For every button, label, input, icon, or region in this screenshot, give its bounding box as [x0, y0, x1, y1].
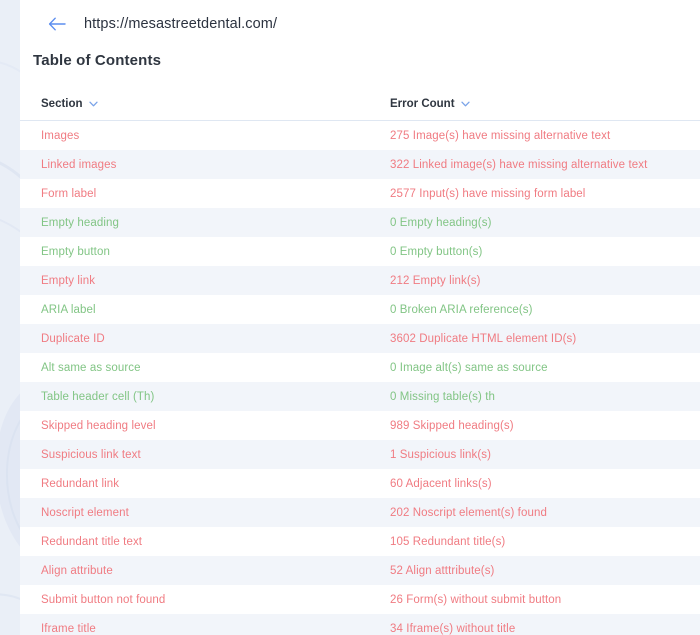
table-row[interactable]: Noscript element 202 Noscript element(s) …: [20, 498, 700, 527]
cell-error-count: 989 Skipped heading(s): [390, 419, 514, 432]
cell-section: Iframe title: [41, 622, 96, 635]
table-row[interactable]: Empty button 0 Empty button(s): [20, 237, 700, 266]
table-row[interactable]: Form label 2577 Input(s) have missing for…: [20, 179, 700, 208]
cell-error-count: 52 Align atttribute(s): [390, 564, 495, 577]
cell-error-count: 0 Broken ARIA reference(s): [390, 303, 533, 316]
table-row[interactable]: Redundant title text 105 Redundant title(…: [20, 527, 700, 556]
page-url: https://mesastreetdental.com/: [84, 16, 278, 32]
table-row[interactable]: Alt same as source 0 Image alt(s) same as…: [20, 353, 700, 382]
cell-error-count: 0 Image alt(s) same as source: [390, 361, 548, 374]
cell-error-count: 212 Empty link(s): [390, 274, 481, 287]
table-row[interactable]: Empty heading 0 Empty heading(s): [20, 208, 700, 237]
table-row[interactable]: Images 275 Image(s) have missing alternat…: [20, 121, 700, 150]
cell-error-count: 0 Empty heading(s): [390, 216, 492, 229]
table-row[interactable]: Suspicious link text 1 Suspicious link(s): [20, 440, 700, 469]
cell-section: Suspicious link text: [41, 448, 141, 461]
table-header-row: Section Error Count: [20, 88, 700, 121]
table-row[interactable]: Submit button not found 26 Form(s) withou…: [20, 585, 700, 614]
content-panel: https://mesastreetdental.com/ Table of C…: [20, 0, 700, 635]
cell-error-count: 105 Redundant title(s): [390, 535, 506, 548]
cell-section: ARIA label: [41, 303, 96, 316]
cell-section: Linked images: [41, 158, 117, 171]
table-row[interactable]: Iframe title 34 Iframe(s) without title: [20, 614, 700, 635]
table-row[interactable]: Skipped heading level 989 Skipped heading…: [20, 411, 700, 440]
chevron-down-icon[interactable]: [88, 101, 98, 107]
cell-error-count: 0 Empty button(s): [390, 245, 483, 258]
cell-section: Empty button: [41, 245, 110, 258]
url-bar: https://mesastreetdental.com/: [20, 0, 700, 48]
arrow-left-icon[interactable]: [46, 13, 68, 35]
table-row[interactable]: Table header cell (Th) 0 Missing table(s)…: [20, 382, 700, 411]
table-row[interactable]: Duplicate ID 3602 Duplicate HTML element …: [20, 324, 700, 353]
column-header-section[interactable]: Section: [20, 98, 385, 110]
cell-section: Skipped heading level: [41, 419, 156, 432]
chevron-down-icon[interactable]: [460, 101, 470, 107]
cell-error-count: 3602 Duplicate HTML element ID(s): [390, 332, 577, 345]
table-of-contents-table: Section Error Count Images 275 Image(s) …: [20, 88, 700, 635]
cell-section: Submit button not found: [41, 593, 166, 606]
cell-section: Table header cell (Th): [41, 390, 155, 403]
table-row[interactable]: Align attribute 52 Align atttribute(s): [20, 556, 700, 585]
cell-error-count: 60 Adjacent links(s): [390, 477, 492, 490]
cell-section: Noscript element: [41, 506, 129, 519]
cell-section: Images: [41, 129, 80, 142]
table-row[interactable]: Empty link 212 Empty link(s): [20, 266, 700, 295]
cell-error-count: 0 Missing table(s) th: [390, 390, 495, 403]
table-row[interactable]: Redundant link 60 Adjacent links(s): [20, 469, 700, 498]
cell-section: Align attribute: [41, 564, 113, 577]
cell-error-count: 322 Linked image(s) have missing alterna…: [390, 158, 648, 171]
table-body: Images 275 Image(s) have missing alternat…: [20, 121, 700, 635]
table-row[interactable]: Linked images 322 Linked image(s) have mi…: [20, 150, 700, 179]
column-header-error-count[interactable]: Error Count: [385, 98, 700, 110]
cell-section: Form label: [41, 187, 97, 200]
cell-error-count: 202 Noscript element(s) found: [390, 506, 547, 519]
cell-error-count: 2577 Input(s) have missing form label: [390, 187, 586, 200]
cell-error-count: 1 Suspicious link(s): [390, 448, 492, 461]
cell-error-count: 275 Image(s) have missing alternative te…: [390, 129, 611, 142]
cell-error-count: 26 Form(s) without submit button: [390, 593, 562, 606]
cell-section: Empty link: [41, 274, 96, 287]
cell-section: Redundant title text: [41, 535, 143, 548]
column-header-error-count-label: Error Count: [390, 98, 455, 110]
page-root: https://mesastreetdental.com/ Table of C…: [0, 0, 700, 635]
column-header-section-label: Section: [41, 98, 83, 110]
cell-section: Alt same as source: [41, 361, 141, 374]
cell-section: Redundant link: [41, 477, 120, 490]
cell-error-count: 34 Iframe(s) without title: [390, 622, 516, 635]
page-title: Table of Contents: [33, 52, 162, 69]
cell-section: Duplicate ID: [41, 332, 105, 345]
table-row[interactable]: ARIA label 0 Broken ARIA reference(s): [20, 295, 700, 324]
cell-section: Empty heading: [41, 216, 120, 229]
